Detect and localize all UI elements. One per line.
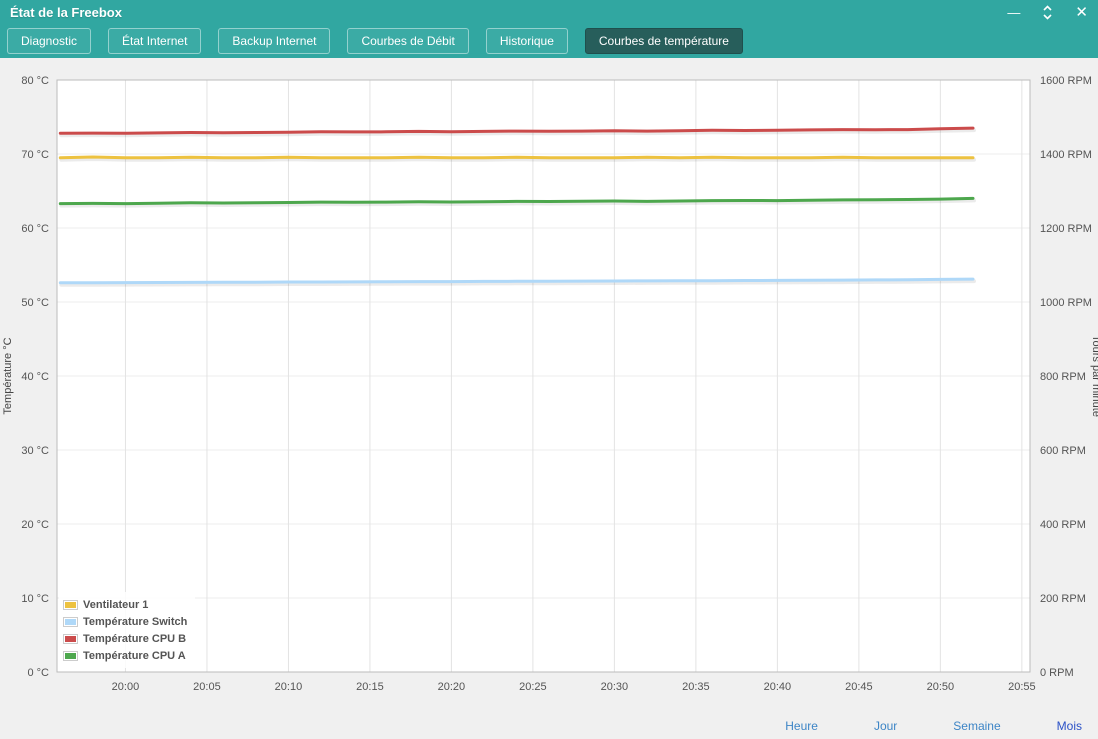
series-line-ventilateur-1 [60, 157, 973, 158]
time-range-links: Heure Jour Semaine Mois [785, 719, 1082, 733]
y-tick-label-left: 40 °C [21, 371, 49, 383]
y-tick-label-left: 70 °C [21, 149, 49, 161]
titlebar: État de la Freebox — ✕ [0, 0, 1098, 24]
y-tick-label-right: 1600 RPM [1040, 75, 1092, 87]
y-tick-label-left: 60 °C [21, 223, 49, 235]
y-tick-label-right: 1200 RPM [1040, 223, 1092, 235]
y-tick-label-right: 1000 RPM [1040, 297, 1092, 309]
legend-item: Température CPU A [63, 647, 187, 664]
y-tick-label-left: 30 °C [21, 445, 49, 457]
tab-diagnostic[interactable]: Diagnostic [7, 28, 91, 54]
chart-legend: Ventilateur 1 Température Switch Températu… [59, 592, 195, 668]
legend-swatch [63, 651, 78, 661]
freebox-status-window: État de la Freebox — ✕ Diagnostic État I… [0, 0, 1098, 712]
chevron-up-down-icon [1042, 4, 1053, 21]
legend-label: Température Switch [83, 616, 187, 628]
y-tick-label-right: 1400 RPM [1040, 149, 1092, 161]
tab-etat-internet[interactable]: État Internet [108, 28, 201, 54]
tab-bar: Diagnostic État Internet Backup Internet… [0, 24, 1098, 58]
window-controls: — ✕ [1007, 4, 1088, 21]
x-tick-label: 20:35 [682, 681, 710, 693]
y-tick-label-right: 400 RPM [1040, 519, 1086, 531]
legend-swatch [63, 617, 78, 627]
legend-item: Température Switch [63, 613, 187, 630]
y-tick-label-left: 0 °C [27, 667, 49, 679]
legend-item: Ventilateur 1 [63, 596, 187, 613]
legend-item: Température CPU B [63, 630, 187, 647]
y-tick-label-left: 50 °C [21, 297, 49, 309]
y-tick-label-right: 200 RPM [1040, 593, 1086, 605]
x-tick-label: 20:05 [193, 681, 221, 693]
legend-label: Ventilateur 1 [83, 599, 148, 611]
right-axis-title: Tours par minute [1090, 335, 1098, 417]
collapse-icon[interactable] [1042, 4, 1053, 21]
minimize-icon[interactable]: — [1007, 6, 1020, 19]
legend-label: Température CPU A [83, 650, 186, 662]
series-shadow-ventilateur-1 [61, 159, 974, 160]
y-tick-label-left: 20 °C [21, 519, 49, 531]
window-title: État de la Freebox [10, 5, 122, 20]
y-tick-label-right: 600 RPM [1040, 445, 1086, 457]
time-range-jour[interactable]: Jour [874, 719, 897, 733]
time-range-heure[interactable]: Heure [785, 719, 818, 733]
x-tick-label: 20:40 [764, 681, 792, 693]
tab-backup-internet[interactable]: Backup Internet [218, 28, 330, 54]
x-tick-label: 20:45 [845, 681, 873, 693]
y-tick-label-right: 0 RPM [1040, 667, 1074, 679]
x-tick-label: 20:55 [1008, 681, 1036, 693]
tab-historique[interactable]: Historique [486, 28, 568, 54]
x-tick-label: 20:10 [275, 681, 303, 693]
close-icon[interactable]: ✕ [1075, 5, 1088, 20]
legend-label: Température CPU B [83, 633, 186, 645]
x-tick-label: 20:20 [438, 681, 466, 693]
tab-courbes-de-temperature[interactable]: Courbes de température [585, 28, 743, 54]
time-range-mois[interactable]: Mois [1057, 719, 1082, 733]
x-tick-label: 20:30 [601, 681, 629, 693]
x-tick-label: 20:00 [112, 681, 140, 693]
left-axis-title: Température °C [2, 337, 14, 414]
time-range-semaine[interactable]: Semaine [953, 719, 1000, 733]
temperature-chart: 20:00 20:05 20:10 20:15 20:20 20:25 20:30 20:35… [0, 58, 1098, 712]
x-tick-label: 20:25 [519, 681, 547, 693]
legend-swatch [63, 600, 78, 610]
y-tick-label-right: 800 RPM [1040, 371, 1086, 383]
legend-swatch [63, 634, 78, 644]
y-tick-label-left: 80 °C [21, 75, 49, 87]
x-tick-label: 20:15 [356, 681, 384, 693]
y-tick-label-left: 10 °C [21, 593, 49, 605]
tab-courbes-de-debit[interactable]: Courbes de Débit [347, 28, 468, 54]
x-tick-label: 20:50 [927, 681, 955, 693]
